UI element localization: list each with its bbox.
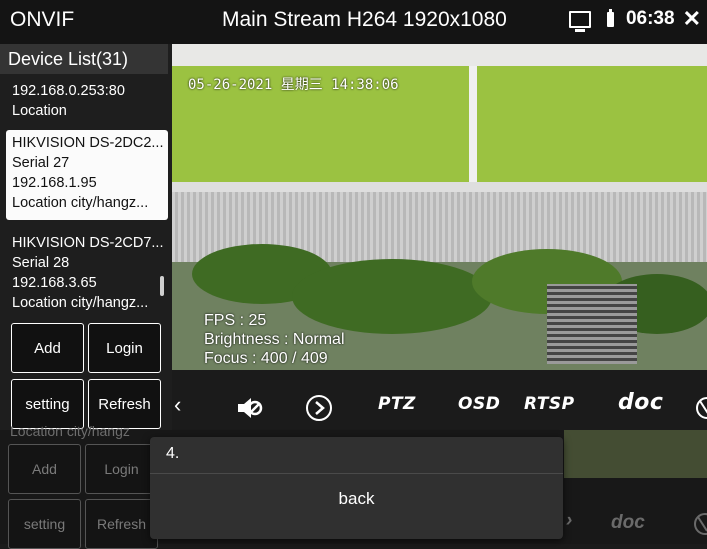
device-line: 192.168.3.65 <box>12 275 97 291</box>
osd-button[interactable]: OSD <box>458 394 500 414</box>
setting-button[interactable]: setting <box>11 379 84 429</box>
device-line: Serial 27 <box>12 155 70 171</box>
device-line: 192.168.0.253:80 <box>12 83 125 99</box>
dialog-divider <box>150 473 563 474</box>
ghost-refresh-button: Refresh <box>85 499 158 549</box>
clock: 06:38 <box>625 8 675 29</box>
app-title: ONVIF <box>10 8 75 31</box>
ghost-add-button: Add <box>8 444 81 494</box>
video-timestamp: 05-26-2021 星期三 14:38:06 <box>188 77 399 93</box>
osd-fps: FPS : 25 <box>204 312 267 329</box>
device-line: Serial 28 <box>12 255 70 271</box>
mute-icon[interactable] <box>236 396 264 420</box>
ghost-reset-icon <box>694 513 707 535</box>
play-icon[interactable] <box>305 394 333 422</box>
device-line: HIKVISION DS-2DC2... <box>12 135 164 151</box>
login-button[interactable]: Login <box>88 323 161 373</box>
device-item-selected[interactable]: HIKVISION DS-2DC2... Serial 27 192.168.1… <box>6 130 168 220</box>
status-bar: ONVIF Main Stream H264 1920x1080 06:38 ✕ <box>0 0 707 44</box>
device-list-panel: Device List(31) 192.168.0.253:80 Locatio… <box>0 44 172 434</box>
device-line: 192.168.1.95 <box>12 175 97 191</box>
ptz-button[interactable]: PTZ <box>378 394 416 414</box>
popup-dialog: 4. back <box>150 437 563 539</box>
add-button[interactable]: Add <box>11 323 84 373</box>
device-line: Location <box>12 103 67 119</box>
osd-focus: Focus : 400 / 409 <box>204 350 328 367</box>
device-item[interactable]: HIKVISION DS-2CD7... Serial 28 192.168.3… <box>6 230 168 322</box>
monitor-icon <box>568 10 591 32</box>
ghost-setting-button: setting <box>8 499 81 549</box>
refresh-button[interactable]: Refresh <box>88 379 161 429</box>
device-item[interactable]: 192.168.0.253:80 Location <box>6 78 168 126</box>
close-icon[interactable]: ✕ <box>683 8 701 30</box>
dialog-title: 4. <box>166 445 180 462</box>
device-line: Location city/hangz... <box>12 295 149 311</box>
ghost-login-button: Login <box>85 444 158 494</box>
chevron-left-icon[interactable]: ‹ <box>174 392 182 418</box>
video-scene <box>292 259 492 334</box>
reset-icon[interactable] <box>695 396 707 420</box>
battery-icon <box>606 8 614 27</box>
ghost-video <box>564 430 707 478</box>
video-scene <box>469 66 477 196</box>
ghost-play-icon: › <box>566 510 573 531</box>
video-scene <box>172 44 707 66</box>
video-scene <box>547 284 637 364</box>
osd-brightness: Brightness : Normal <box>204 331 345 348</box>
ghost-location-text: Location city/hangz <box>10 423 130 439</box>
doc-button[interactable]: doc <box>618 390 663 415</box>
back-button[interactable]: back <box>150 489 563 509</box>
device-line: Location city/hangz... <box>12 195 149 211</box>
device-line: HIKVISION DS-2CD7... <box>12 235 164 251</box>
video-scene <box>477 66 707 184</box>
stream-title: Main Stream H264 1920x1080 <box>222 8 507 31</box>
status-icons: 06:38 ✕ <box>568 8 701 32</box>
rtsp-button[interactable]: RTSP <box>524 394 575 414</box>
video-toolbar: ‹ PTZ OSD RTSP doc <box>172 386 707 430</box>
device-list-header: Device List(31) <box>0 44 168 74</box>
list-scrollbar[interactable] <box>160 276 164 296</box>
video-feed[interactable]: 05-26-2021 星期三 14:38:06 FPS : 25 Brightn… <box>172 44 707 370</box>
ghost-doc-button: doc <box>611 512 645 533</box>
